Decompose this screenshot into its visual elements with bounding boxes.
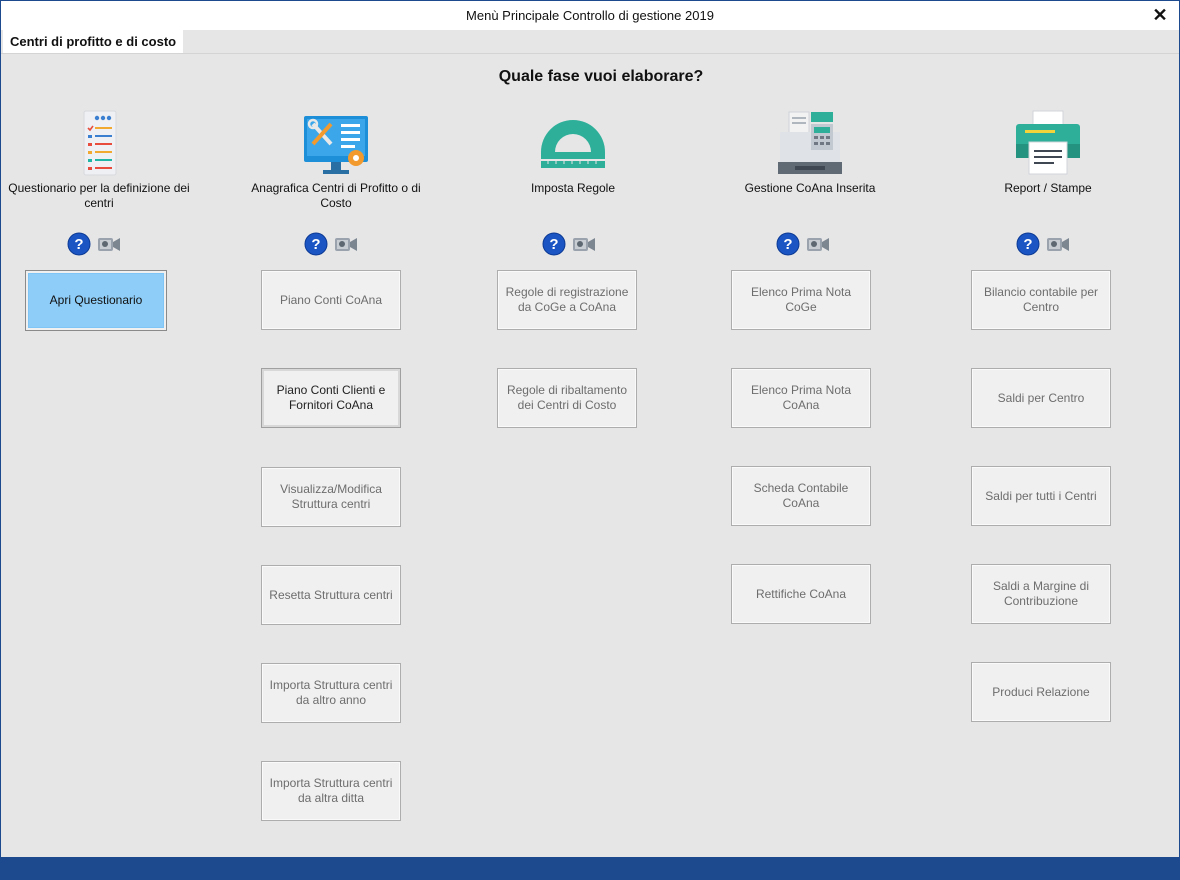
helpers-anagrafica: ? (304, 232, 358, 258)
importa-struttura-ditta-button[interactable]: Importa Struttura centri da altra ditta (261, 761, 401, 821)
video-tutorial-icon[interactable] (334, 232, 358, 256)
tab-centri[interactable]: Centri di profitto e di costo (3, 30, 184, 53)
saldi-tutti-centri-button[interactable]: Saldi per tutti i Centri (971, 466, 1111, 526)
piano-conti-coana-button[interactable]: Piano Conti CoAna (261, 270, 401, 330)
elenco-prima-nota-coana-button[interactable]: Elenco Prima Nota CoAna (731, 368, 871, 428)
tab-strip: Centri di profitto e di costo (1, 30, 1179, 54)
video-tutorial-icon[interactable] (1046, 232, 1070, 256)
help-icon[interactable]: ? (542, 232, 566, 256)
window-title: Menù Principale Controllo di gestione 20… (466, 8, 714, 23)
checklist-icon (64, 108, 134, 178)
column-title: Imposta Regole (530, 181, 616, 195)
close-button[interactable]: ✕ (1147, 3, 1173, 27)
helpers-regole: ? (542, 232, 596, 258)
produci-relazione-button[interactable]: Produci Relazione (971, 662, 1111, 722)
saldi-margine-button[interactable]: Saldi a Margine di Contribuzione (971, 564, 1111, 624)
page-heading: Quale fase vuoi elaborare? (498, 68, 704, 85)
elenco-prima-nota-coge-button[interactable]: Elenco Prima Nota CoGe (731, 270, 871, 330)
video-tutorial-icon[interactable] (572, 232, 596, 256)
bilancio-contabile-button[interactable]: Bilancio contabile per Centro (971, 270, 1111, 330)
svg-text:?: ? (783, 236, 792, 253)
help-icon[interactable]: ? (776, 232, 800, 256)
svg-text:?: ? (1023, 236, 1032, 253)
resetta-struttura-button[interactable]: Resetta Struttura centri (261, 565, 401, 625)
column-title: Report / Stampe (1004, 181, 1092, 195)
regole-ribaltamento-button[interactable]: Regole di ribaltamento dei Centri di Cos… (497, 368, 637, 428)
column-report: Report / Stampe (948, 108, 1148, 213)
cash-register-icon (775, 108, 845, 178)
status-bar (0, 857, 1180, 880)
scheda-contabile-button[interactable]: Scheda Contabile CoAna (731, 466, 871, 526)
tab-label: Centri di profitto e di costo (10, 34, 177, 49)
protractor-icon (538, 108, 608, 178)
help-icon[interactable]: ? (304, 232, 328, 256)
column-title: Gestione CoAna Inserita (744, 181, 876, 195)
column-anagrafica: Anagrafica Centri di Profitto o di Costo (236, 108, 436, 213)
help-icon[interactable]: ? (67, 232, 91, 256)
svg-text:?: ? (311, 236, 320, 253)
svg-text:?: ? (74, 236, 83, 253)
close-icon: ✕ (1152, 4, 1168, 25)
saldi-per-centro-button[interactable]: Saldi per Centro (971, 368, 1111, 428)
printer-icon (1013, 108, 1083, 178)
svg-text:?: ? (549, 236, 558, 253)
helpers-questionario: ? (67, 232, 121, 258)
rettifiche-coana-button[interactable]: Rettifiche CoAna (731, 564, 871, 624)
column-title: Questionario per la definizione dei cent… (8, 181, 190, 210)
column-gestione: Gestione CoAna Inserita (710, 108, 910, 213)
regole-registrazione-button[interactable]: Regole di registrazione da CoGe a CoAna (497, 270, 637, 330)
video-tutorial-icon[interactable] (97, 232, 121, 256)
apri-questionario-button[interactable]: Apri Questionario (25, 270, 167, 331)
importa-struttura-anno-button[interactable]: Importa Struttura centri da altro anno (261, 663, 401, 723)
window-titlebar: Menù Principale Controllo di gestione 20… (0, 0, 1180, 30)
visualizza-modifica-struttura-button[interactable]: Visualizza/Modifica Struttura centri (261, 467, 401, 527)
helpers-gestione: ? (776, 232, 830, 258)
piano-conti-clienti-fornitori-button[interactable]: Piano Conti Clienti e Fornitori CoAna (261, 368, 401, 428)
helpers-report: ? (1016, 232, 1070, 258)
monitor-tools-icon (301, 108, 371, 178)
video-tutorial-icon[interactable] (806, 232, 830, 256)
column-questionario: Questionario per la definizione dei cent… (0, 108, 199, 213)
help-icon[interactable]: ? (1016, 232, 1040, 256)
column-regole: Imposta Regole (473, 108, 673, 213)
column-title: Anagrafica Centri di Profitto o di Costo (251, 181, 421, 210)
